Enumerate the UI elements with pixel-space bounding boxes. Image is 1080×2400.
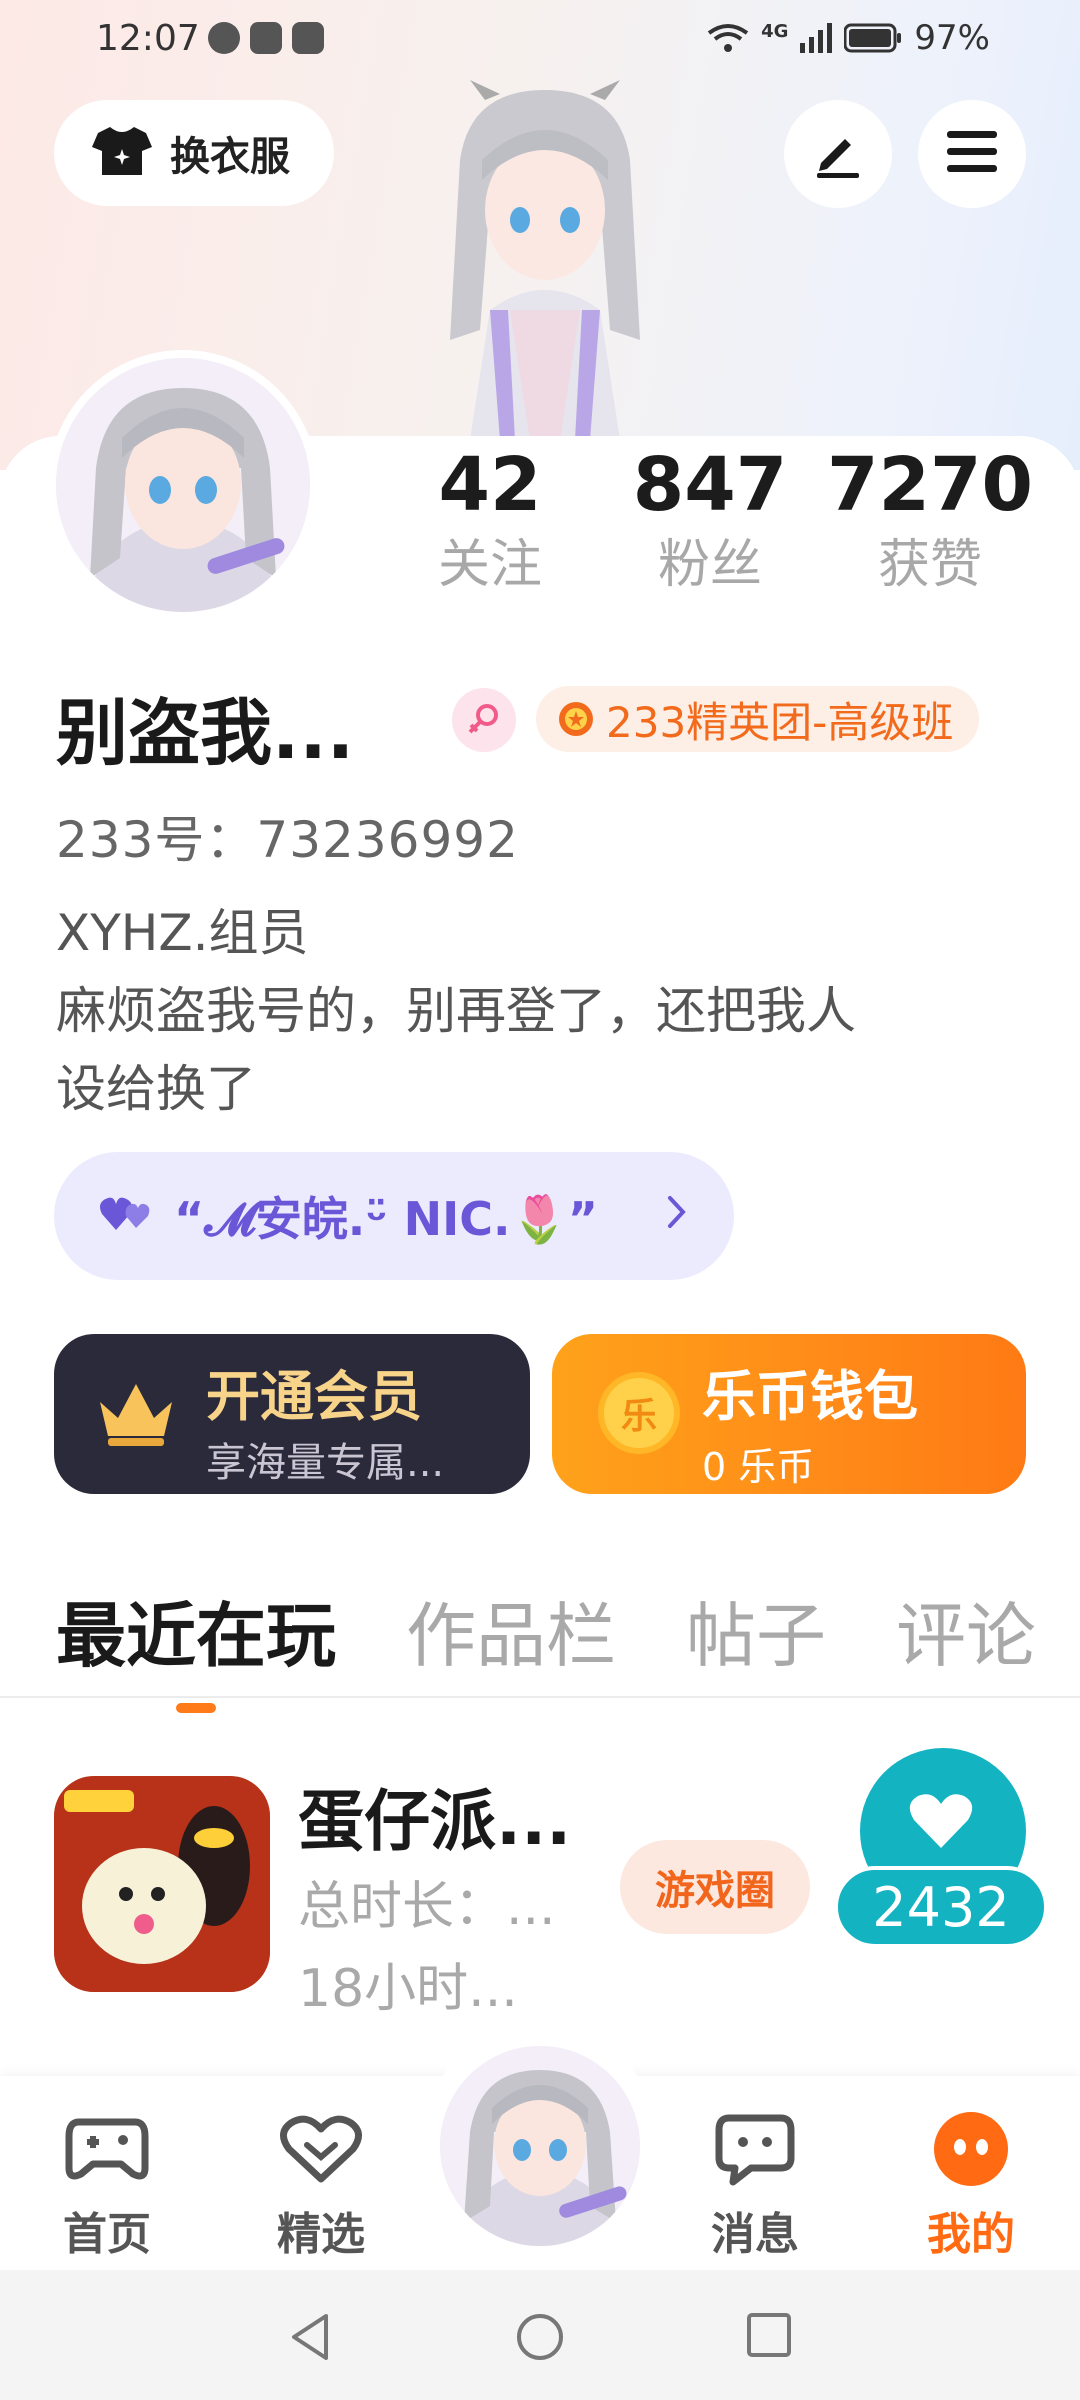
change-outfit-button[interactable]: 换衣服: [54, 100, 334, 206]
heart-icon: [906, 1790, 976, 1856]
coin-icon: 乐: [598, 1372, 680, 1454]
wifi-icon: [707, 23, 749, 53]
stat-following[interactable]: 42 关注: [380, 440, 600, 600]
team-badge-label: 233精英团-高级班: [606, 697, 954, 747]
status-right: 4G 97%: [707, 18, 990, 58]
tab-posts[interactable]: 帖子: [686, 1580, 826, 1681]
heart-box-icon: [246, 2106, 396, 2192]
nav-home[interactable]: 首页: [32, 2106, 182, 2262]
hamburger-icon: [945, 129, 999, 179]
group-link[interactable]: “𝓜安皖.ᵕ̈ NIC.🌷”: [54, 1152, 734, 1280]
double-heart-icon: [98, 1194, 154, 1238]
following-count: 42: [438, 442, 542, 528]
system-nav-bar: [0, 2270, 1080, 2400]
group-name: “𝓜安皖.ᵕ̈ NIC.🌷”: [174, 1192, 599, 1246]
like-count-badge[interactable]: 2432: [834, 1866, 1048, 1948]
avatar-character-figure[interactable]: [390, 80, 700, 440]
wallet-card[interactable]: 乐 乐币钱包 0 乐币: [552, 1334, 1026, 1494]
tab-recently-played[interactable]: 最近在玩: [56, 1580, 336, 1713]
nav-messages-label: 消息: [711, 2209, 799, 2260]
stat-followers[interactable]: 847 粉丝: [600, 440, 820, 600]
chat-icon: [680, 2106, 830, 2192]
network-type: 4G: [761, 20, 789, 42]
game-total-time: 总时长：...: [298, 1877, 556, 1937]
battery-level: 97%: [914, 18, 990, 58]
profile-dots-icon: [896, 2106, 1046, 2192]
game-circle-label: 游戏圈: [655, 1868, 775, 1914]
nickname: 别盗我...: [56, 691, 355, 775]
bio-line: XYHZ.组员: [56, 904, 309, 962]
followers-count: 847: [632, 442, 788, 528]
app-notification-icon: [292, 22, 324, 54]
female-gender-icon: [452, 688, 516, 752]
game-hours: 18小时...: [298, 1959, 518, 2019]
bio-line: 设给换了: [56, 1060, 256, 1118]
nav-featured-label: 精选: [277, 2209, 365, 2260]
like-count: 2432: [872, 1875, 1010, 1939]
chevron-right-icon: [666, 1192, 688, 1236]
notification-icons: [208, 22, 324, 54]
medal-icon: [556, 695, 596, 743]
nav-mine-label: 我的: [927, 2209, 1015, 2260]
status-bar: 12:07 4G 97%: [0, 0, 1080, 80]
divider: [0, 1696, 1080, 1698]
followers-label: 粉丝: [657, 535, 762, 595]
nav-mine[interactable]: 我的: [896, 2106, 1046, 2262]
wallet-balance: 0 乐币: [702, 1445, 815, 1489]
following-label: 关注: [437, 535, 542, 595]
game-icon: [54, 1776, 270, 1992]
app-notification-icon: [250, 22, 282, 54]
nav-avatar-button[interactable]: [440, 2046, 640, 2246]
recents-icon[interactable]: [746, 2312, 792, 2362]
pen-icon: [811, 125, 865, 183]
stat-likes[interactable]: 7270 获赞: [820, 440, 1040, 600]
tab-comments[interactable]: 评论: [896, 1580, 1036, 1681]
profile-tabs: 最近在玩 作品栏 帖子 评论: [56, 1580, 1036, 1713]
battery-icon: [844, 23, 902, 53]
crown-icon: [94, 1378, 178, 1454]
tab-works[interactable]: 作品栏: [406, 1580, 616, 1681]
status-time: 12:07: [96, 18, 200, 59]
bio: XYHZ.组员 麻烦盗我号的，别再登了，还把我人 设给换了: [56, 894, 1016, 1128]
likes-count: 7270: [827, 442, 1033, 528]
shirt-icon: [90, 123, 154, 183]
game-circle-button[interactable]: 游戏圈: [620, 1840, 810, 1934]
home-icon[interactable]: [515, 2312, 565, 2366]
back-icon[interactable]: [288, 2312, 332, 2366]
edit-profile-button[interactable]: [784, 100, 892, 208]
message-notification-icon: [208, 22, 240, 54]
avatar: [56, 358, 310, 612]
bio-line: 麻烦盗我号的，别再登了，还把我人: [56, 982, 856, 1040]
game-name: 蛋仔派...: [298, 1783, 572, 1860]
wallet-title: 乐币钱包: [702, 1365, 918, 1428]
vip-subtitle: 享海量专属...: [206, 1440, 445, 1486]
vip-membership-card[interactable]: 开通会员 享海量专属...: [54, 1334, 530, 1494]
profile-avatar[interactable]: [48, 350, 318, 620]
nav-home-label: 首页: [63, 2209, 151, 2260]
gamepad-icon: [32, 2106, 182, 2192]
menu-button[interactable]: [918, 100, 1026, 208]
vip-title: 开通会员: [206, 1365, 422, 1428]
user-id[interactable]: 233号：73236992: [56, 800, 519, 872]
likes-label: 获赞: [877, 535, 982, 595]
signal-icon: [800, 23, 833, 53]
nav-featured[interactable]: 精选: [246, 2106, 396, 2262]
nav-messages[interactable]: 消息: [680, 2106, 830, 2262]
change-outfit-label: 换衣服: [170, 134, 290, 180]
team-badge[interactable]: 233精英团-高级班: [536, 686, 980, 752]
profile-stats: 42 关注 847 粉丝 7270 获赞: [380, 440, 1040, 600]
